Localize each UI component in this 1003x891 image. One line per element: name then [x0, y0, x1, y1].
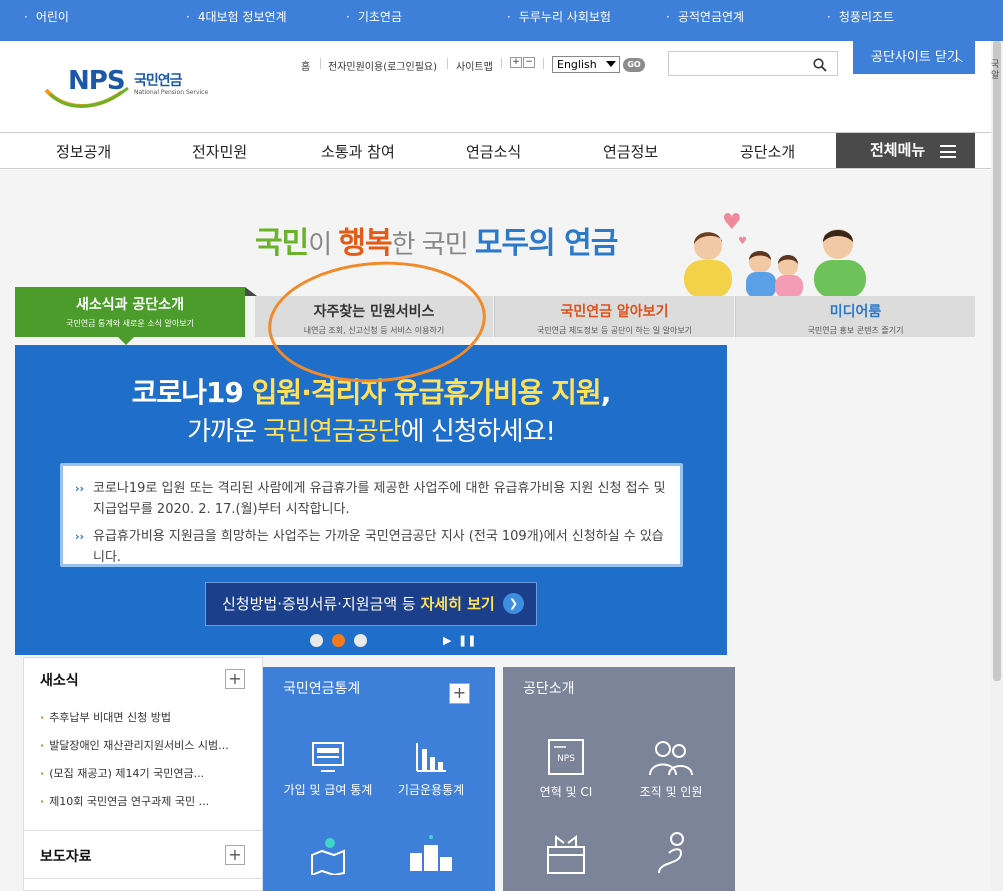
hamburger-icon [940, 145, 956, 158]
banner-subheadline: 가까운 국민연금공단에 신청하세요! [187, 417, 556, 447]
about-title: 공단소개 [523, 681, 575, 697]
stats-title: 국민연금통계 [283, 681, 361, 697]
box-icon [547, 835, 585, 874]
monitor-chart-icon [312, 742, 344, 772]
all-menu-button[interactable]: 전체메뉴 [836, 133, 975, 168]
zoom-in-button[interactable]: + [510, 57, 522, 68]
logo-brand: NPS [68, 66, 126, 96]
active-tab-pointer [117, 336, 135, 345]
language-select[interactable]: English [552, 56, 620, 73]
nav-item-community[interactable]: 소통과 참여 [321, 141, 395, 162]
slide-dot[interactable] [310, 634, 323, 647]
tab-pension-guide[interactable]: 국민연금 알아보기 국민연금 제도정보 등 공단이 하는 일 알아보기 [494, 296, 734, 337]
all-menu-label: 전체메뉴 [870, 141, 926, 159]
svg-text:NPS: NPS [557, 754, 575, 764]
nav-item-eservice[interactable]: 전자민원 [192, 141, 247, 162]
podium-icon [410, 835, 452, 871]
people-icon [649, 741, 693, 776]
login-link[interactable]: 전자민원이용(로그인필요) [328, 58, 437, 73]
close-sites-button[interactable]: 공단사이트 닫기 ︿ [853, 41, 975, 74]
home-link[interactable]: 홈 [301, 58, 310, 73]
chevron-up-icon: ︿ [952, 51, 963, 64]
sitemap-link[interactable]: 사이트맵 [456, 58, 493, 73]
stats-more-button[interactable]: + [449, 683, 470, 704]
slide-dot[interactable] [354, 634, 367, 647]
page-scrollbar[interactable] [991, 41, 1003, 891]
language-selected: English [557, 58, 597, 71]
main-banner-slide[interactable]: 코로나19 입원·격리자 유급휴가비용 지원, 가까운 국민연금공단에 신청하세… [15, 345, 727, 655]
related-site-link[interactable]: 기초연금 [346, 8, 402, 25]
related-sites-bar: 어린이 4대보험 정보연계 기초연금 두루누리 사회보험 공적연금연계 청풍리조… [0, 0, 1003, 41]
family-illustration-icon [684, 229, 866, 298]
banner-headline: 코로나19 입원·격리자 유급휴가비용 지원, [131, 376, 612, 409]
logo-sub: National Pension Service [134, 89, 209, 96]
search-input[interactable] [668, 51, 838, 76]
nav-item-news[interactable]: 연금소식 [466, 141, 521, 162]
related-site-link[interactable]: 두루누리 사회보험 [507, 8, 611, 25]
play-icon[interactable]: ▶ [443, 634, 451, 647]
about-widget: 공단소개 NPS 연혁 및 CI 조직 및 인원 [503, 667, 735, 891]
about-item-history[interactable]: NPS 연혁 및 CI [511, 737, 621, 800]
route-icon-item[interactable] [616, 831, 726, 875]
logo-name: 국민연금 [134, 73, 183, 89]
stats-item-enrollment[interactable]: 가입 및 급여 통계 [273, 739, 383, 798]
slide-dot-active[interactable] [332, 634, 345, 647]
search-icon[interactable] [813, 57, 827, 76]
press-more-button[interactable]: + [225, 845, 245, 865]
map-icon [311, 838, 345, 875]
map-icon-item[interactable] [273, 835, 383, 875]
news-item[interactable]: (모집 재공고) 제14기 국민연금... [40, 765, 204, 781]
podium-icon-item[interactable] [376, 833, 486, 873]
news-widget: 새소식 + 추후납부 비대면 신청 방법 발달장애인 재산관리지원서비스 시범.… [23, 657, 263, 891]
nav-item-about[interactable]: 공단소개 [740, 141, 795, 162]
stats-item-fund[interactable]: 기금운용통계 [376, 739, 486, 798]
related-site-link[interactable]: 공적연금연계 [666, 8, 744, 25]
stats-widget: 국민연금통계 + 가입 및 급여 통계 기금운용통계 [263, 667, 495, 891]
news-item[interactable]: 발달장애인 재산관리지원서비스 시범... [40, 737, 228, 753]
related-site-link[interactable]: 4대보험 정보연계 [186, 8, 287, 25]
banner-info-card: 코로나19로 입원 또는 격리된 사람에게 유급휴가를 제공한 사업주에 대한 … [60, 463, 683, 567]
related-site-link[interactable]: 어린이 [24, 8, 69, 25]
tab-news-about[interactable]: 새소식과 공단소개 국민연금 통계와 새로운 소식 알아보기 [15, 287, 245, 337]
news-item[interactable]: 제10회 국민연금 연구과제 국민 ... [40, 793, 209, 809]
about-item-org[interactable]: 조직 및 인원 [616, 737, 726, 800]
arrow-right-icon: ❯ [503, 593, 524, 614]
nav-item-info[interactable]: 정보공개 [56, 141, 111, 162]
banner-bullet: 코로나19로 입원 또는 격리된 사람에게 유급휴가를 제공한 사업주에 대한 … [75, 478, 670, 520]
news-title: 새소식 [40, 673, 79, 689]
nav-item-pension-info[interactable]: 연금정보 [603, 141, 658, 162]
banner-bullet: 유급휴가비용 지원금을 희망하는 사업주는 가까운 국민연금공단 지사 (전국 … [75, 526, 670, 568]
nps-card-icon: NPS [548, 739, 584, 775]
chevron-down-icon [606, 61, 616, 67]
nps-logo[interactable]: NPS 국민연금 National Pension Service [44, 64, 208, 108]
go-button[interactable]: GO [623, 58, 645, 72]
scrollbar-thumb[interactable] [993, 41, 1001, 681]
tab-corner-decoration [245, 287, 257, 296]
zoom-out-button[interactable]: − [523, 57, 535, 68]
banner-details-button[interactable]: 신청방법·증빙서류·지원금액 등 자세히 보기 ❯ [205, 582, 537, 626]
main-slogan: 국민이 행복한 국민 모두의 연금 [255, 226, 618, 261]
pause-icon[interactable]: ❚❚ [458, 634, 476, 647]
box-icon-item[interactable] [511, 833, 621, 875]
tab-media-room[interactable]: 미디어룸 국민연금 홍보 콘텐츠 즐기기 [735, 296, 975, 337]
news-more-button[interactable]: + [225, 669, 245, 689]
news-item[interactable]: 추후납부 비대면 신청 방법 [40, 709, 171, 725]
close-sites-label: 공단사이트 닫기 [871, 50, 959, 65]
press-title: 보도자료 [40, 849, 92, 865]
tab-frequent-services[interactable]: 자주찾는 민원서비스 내연금 조회, 신고신청 등 서비스 이용하기 [255, 296, 493, 337]
route-icon [658, 832, 684, 874]
side-panel-text: 국알 [991, 60, 1000, 81]
related-site-link[interactable]: 청풍리조트 [827, 8, 894, 25]
bar-chart-icon [416, 743, 446, 772]
